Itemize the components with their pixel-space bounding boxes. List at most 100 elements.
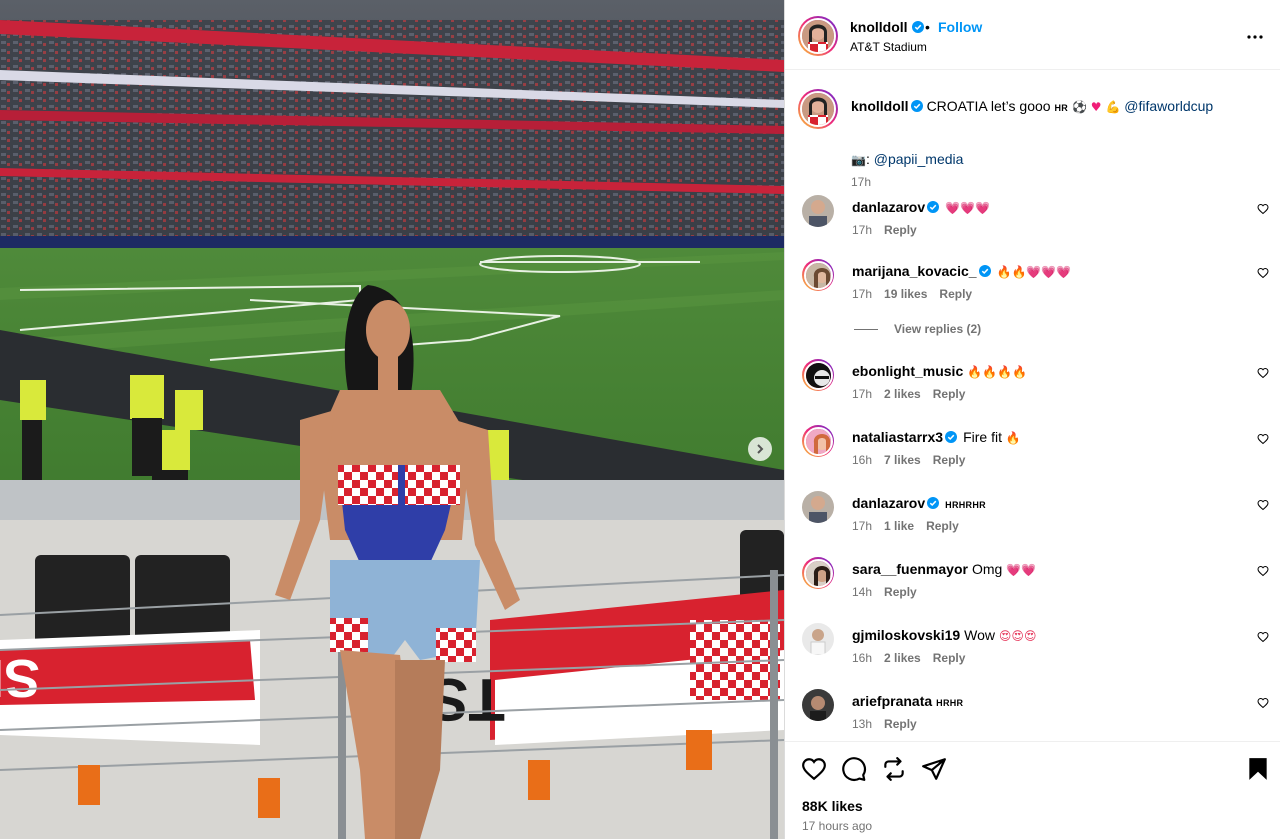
heart-icon[interactable] xyxy=(1257,565,1269,577)
commenter-avatar[interactable] xyxy=(802,425,834,457)
reply-button[interactable]: Reply xyxy=(884,717,917,731)
heart-icon[interactable] xyxy=(1257,499,1269,511)
reply-button[interactable]: Reply xyxy=(926,519,959,533)
comment-item: sara__fuenmayor Omg 💗💗 14h Reply xyxy=(802,557,1272,617)
heart-icon[interactable] xyxy=(1257,203,1269,215)
commenter-avatar[interactable] xyxy=(802,359,834,391)
reply-button[interactable]: Reply xyxy=(884,223,917,237)
comment-likes[interactable]: 7 likes xyxy=(884,453,921,467)
flexed-biceps-icon: 💪 xyxy=(1105,100,1121,114)
verified-badge-icon xyxy=(910,100,923,112)
commenter-avatar[interactable] xyxy=(802,259,834,291)
comment-item: nataliastarrx3 Fire fit 🔥 16h 7 likes Reply xyxy=(802,425,1272,485)
comment-item: danlazarov 💗💗💗 17h Reply xyxy=(802,195,1272,255)
heart-icon[interactable] xyxy=(1257,267,1269,279)
post-header: knolldoll • Follow AT&T Stadium xyxy=(785,0,1280,70)
comment-item: ariefpranata HRHR 13h Reply xyxy=(802,689,1272,741)
commenter-avatar[interactable] xyxy=(802,623,834,655)
reply-button[interactable]: Reply xyxy=(884,585,917,599)
caption-username[interactable]: knolldoll xyxy=(851,98,909,114)
verified-badge-icon xyxy=(978,265,991,277)
chevron-right-icon xyxy=(757,444,764,454)
next-image-button[interactable] xyxy=(748,437,772,461)
commenter-username[interactable]: danlazarov xyxy=(852,199,925,215)
heart-icon[interactable] xyxy=(1257,433,1269,445)
more-options-icon[interactable] xyxy=(1243,25,1267,49)
comment-text: Fire fit xyxy=(963,429,1002,445)
commenter-username[interactable]: danlazarov xyxy=(852,495,925,511)
comment-likes[interactable]: 1 like xyxy=(884,519,914,533)
comment-icon[interactable] xyxy=(841,756,867,782)
commenter-avatar[interactable] xyxy=(802,557,834,589)
caption-avatar[interactable] xyxy=(798,89,838,129)
reply-button[interactable]: Reply xyxy=(939,287,972,301)
comment-item: gjmiloskovski19 Wow 😍😍😍 16h 2 likes Reply xyxy=(802,623,1272,683)
comment-emoji: 😍😍😍 xyxy=(998,629,1037,643)
comment-text: Wow xyxy=(964,627,996,643)
reply-button[interactable]: Reply xyxy=(933,453,966,467)
comment-time: 14h xyxy=(852,585,873,599)
commenter-avatar[interactable] xyxy=(802,491,834,523)
croatia-flag-text: HR xyxy=(1054,103,1069,113)
caption-mention[interactable]: @fifaworldcup xyxy=(1124,98,1213,114)
pink-heart-icon: ♥ xyxy=(1090,100,1102,114)
share-icon[interactable] xyxy=(881,756,907,782)
comment-item: ebonlight_music 🔥🔥🔥🔥 17h 2 likes Reply xyxy=(802,359,1272,419)
commenter-username[interactable]: ariefpranata xyxy=(852,693,932,709)
heart-icon[interactable] xyxy=(1257,697,1269,709)
stadium-photo: SPARA TSKI xyxy=(0,0,784,839)
verified-badge-icon xyxy=(927,497,940,509)
comment-emoji: 💗💗💗 xyxy=(945,201,990,215)
commenter-username[interactable]: gjmiloskovski19 xyxy=(852,627,960,643)
comment-time: 16h xyxy=(852,453,873,467)
commenter-username[interactable]: sara__fuenmayor xyxy=(852,561,968,577)
caption-time: 17h xyxy=(851,175,872,189)
comment-time: 17h xyxy=(852,223,873,237)
credit-mention[interactable]: @papii_media xyxy=(874,151,964,167)
commenter-username[interactable]: ebonlight_music xyxy=(852,363,963,379)
heart-icon[interactable] xyxy=(801,756,827,782)
commenter-avatar[interactable] xyxy=(802,195,834,227)
bookmark-icon[interactable] xyxy=(1245,756,1271,782)
banner-left-text: SPARA xyxy=(0,648,40,708)
post-media: SPARA TSKI xyxy=(0,0,784,839)
commenter-username[interactable]: nataliastarrx3 xyxy=(852,429,943,445)
heart-icon[interactable] xyxy=(1257,367,1269,379)
comment-time: 17h xyxy=(852,287,873,301)
comment-likes[interactable]: 2 likes xyxy=(884,651,921,665)
caption-text: knolldoll CROATIA let’s gooo HR ⚽ ♥ 💪 @fi… xyxy=(851,97,1261,117)
reply-button[interactable]: Reply xyxy=(933,387,966,401)
caption-credit: 📷: @papii_media xyxy=(851,151,964,167)
likes-count[interactable]: 88K likes xyxy=(802,798,863,814)
comment-time: 16h xyxy=(852,651,873,665)
comment-emoji: HRHR xyxy=(936,698,964,708)
camera-icon: 📷 xyxy=(851,153,866,167)
comment-time: 17h xyxy=(852,519,873,533)
comment-item: marijana_kovacic_ 🔥🔥💗💗💗 17h 19 likes Reply xyxy=(802,259,1272,319)
reply-button[interactable]: Reply xyxy=(933,651,966,665)
comment-emoji: 🔥🔥💗💗💗 xyxy=(996,265,1072,279)
send-icon[interactable] xyxy=(921,756,947,782)
view-replies-button[interactable]: View replies (2) xyxy=(854,322,981,336)
follow-button[interactable]: Follow xyxy=(938,19,982,35)
commenter-username[interactable]: marijana_kovacic_ xyxy=(852,263,977,279)
comment-likes[interactable]: 19 likes xyxy=(884,287,927,301)
verified-badge-icon xyxy=(927,201,940,213)
caption-body: CROATIA let’s gooo xyxy=(926,98,1051,114)
comment-likes[interactable]: 2 likes xyxy=(884,387,921,401)
comments-list: knolldoll CROATIA let’s gooo HR ⚽ ♥ 💪 @fi… xyxy=(785,71,1280,741)
heart-icon[interactable] xyxy=(1257,631,1269,643)
comment-text: Omg xyxy=(971,561,1003,577)
author-username[interactable]: knolldoll xyxy=(850,19,908,35)
post-location[interactable]: AT&T Stadium xyxy=(850,40,927,54)
comment-emoji: 💗💗 xyxy=(1006,563,1037,577)
action-bar: 88K likes 17 hours ago xyxy=(785,741,1280,839)
post-time-ago: 17 hours ago xyxy=(802,819,873,833)
post-detail-panel: knolldoll • Follow AT&T Stadium knolldol… xyxy=(784,0,1280,839)
comment-time: 13h xyxy=(852,717,873,731)
soccer-ball-icon: ⚽ xyxy=(1071,100,1087,114)
author-avatar[interactable] xyxy=(798,16,838,56)
comment-emoji: 🔥🔥🔥🔥 xyxy=(967,365,1027,379)
commenter-avatar[interactable] xyxy=(802,689,834,721)
separator-dot: • xyxy=(925,19,930,35)
